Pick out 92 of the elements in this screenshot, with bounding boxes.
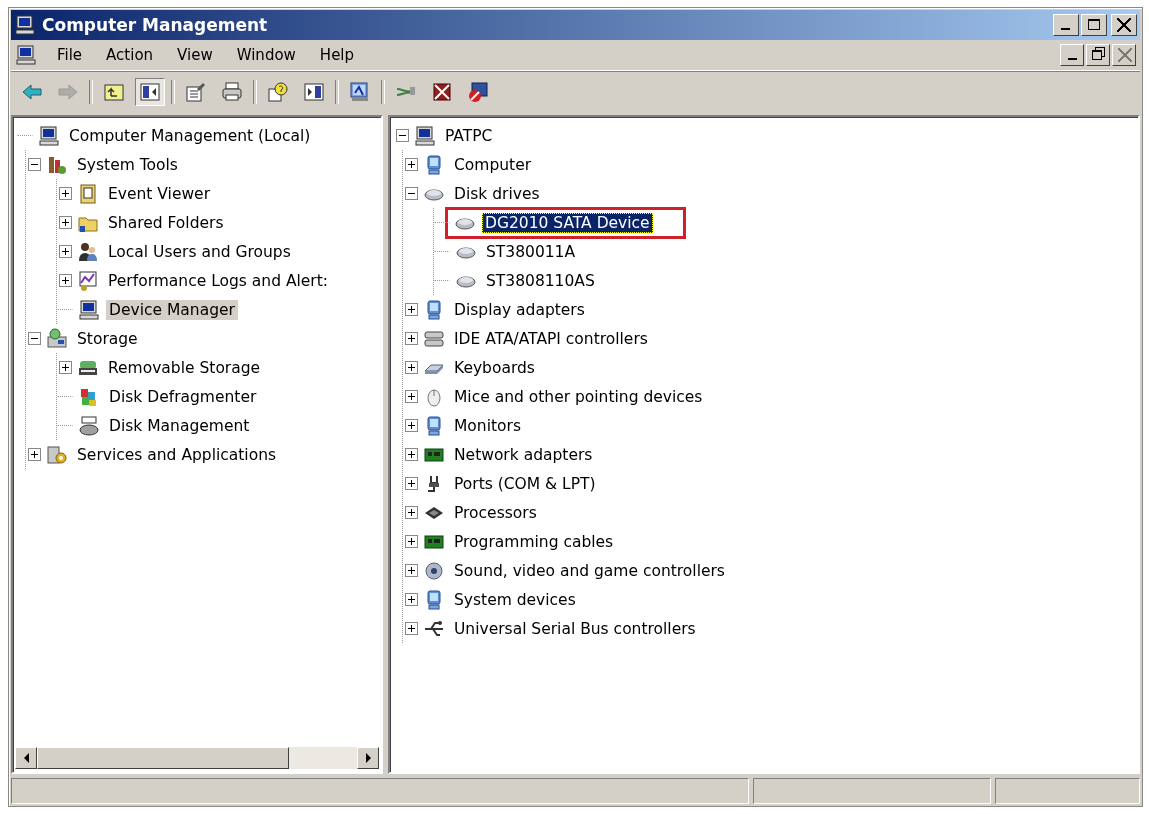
expand-icon[interactable] — [28, 448, 41, 461]
printer-icon — [221, 81, 243, 103]
tree-item[interactable]: ST3808110AS — [483, 270, 598, 291]
horizontal-scrollbar[interactable] — [15, 747, 379, 769]
uninstall-icon — [431, 81, 453, 103]
tree-item[interactable]: Shared Folders — [105, 212, 227, 233]
minimize-button[interactable] — [1060, 44, 1084, 66]
tree-item[interactable]: Event Viewer — [105, 183, 214, 204]
tree-item[interactable]: Network adapters — [451, 444, 596, 465]
users-icon — [77, 240, 99, 263]
expand-icon[interactable] — [405, 448, 418, 461]
menu-item[interactable]: Action — [96, 44, 164, 66]
computer-icon — [15, 44, 37, 66]
collapse-icon[interactable] — [396, 129, 409, 142]
tree-item[interactable]: ST380011A — [483, 241, 579, 262]
expand-icon[interactable] — [59, 274, 72, 287]
scroll-left-button[interactable] — [15, 747, 37, 769]
tree-item[interactable]: Removable Storage — [105, 357, 264, 378]
disable-device-icon — [467, 81, 489, 103]
tree-item[interactable]: Computer — [451, 154, 535, 175]
tree-item[interactable]: System devices — [451, 589, 579, 610]
computer-icon — [78, 298, 100, 321]
expand-icon[interactable] — [59, 361, 72, 374]
tree-pane-icon — [139, 81, 161, 103]
computer-icon — [38, 124, 60, 147]
tree-item[interactable]: Computer Management (Local) — [66, 125, 314, 146]
expand-icon[interactable] — [59, 245, 72, 258]
tree-item[interactable]: Sound, video and game controllers — [451, 560, 728, 581]
tree-item[interactable]: Keyboards — [451, 357, 538, 378]
computer-icon — [414, 124, 436, 147]
storage-icon — [46, 327, 68, 350]
tree-item[interactable]: Disk Management — [106, 415, 253, 436]
tree-item[interactable]: PATPC — [442, 125, 496, 146]
minimize-button[interactable] — [1053, 14, 1079, 36]
tree-item[interactable]: Disk Defragmenter — [106, 386, 260, 407]
tree-item[interactable]: Programming cables — [451, 531, 617, 552]
properties-icon — [185, 81, 207, 103]
services-icon — [46, 443, 68, 466]
expand-icon[interactable] — [405, 477, 418, 490]
expand-icon[interactable] — [405, 361, 418, 374]
scroll-right-button[interactable] — [357, 747, 379, 769]
tree-item[interactable]: Display adapters — [451, 299, 588, 320]
scan-hardware-icon — [349, 81, 371, 103]
expand-icon[interactable] — [405, 303, 418, 316]
log-book-icon — [77, 182, 99, 205]
tree-item[interactable]: Universal Serial Bus controllers — [451, 618, 699, 639]
back-arrow-icon — [21, 81, 43, 103]
speaker-icon — [423, 559, 445, 582]
tree-item[interactable]: Services and Applications — [74, 444, 280, 465]
tree-item[interactable]: Device Manager — [106, 299, 238, 320]
expand-icon[interactable] — [405, 593, 418, 606]
computer-icon — [14, 14, 36, 36]
tree-item[interactable]: Processors — [451, 502, 540, 523]
tree-item[interactable]: Ports (COM & LPT) — [451, 473, 599, 494]
collapse-icon[interactable] — [28, 332, 41, 345]
tree-item[interactable]: DG2010 SATA Device — [482, 212, 653, 233]
tree-item[interactable]: System Tools — [74, 154, 181, 175]
toolbar-button[interactable] — [135, 78, 165, 106]
collapse-icon[interactable] — [28, 158, 41, 171]
tree-item[interactable]: Mice and other pointing devices — [451, 386, 706, 407]
tree-item[interactable]: Storage — [74, 328, 141, 349]
expand-icon[interactable] — [405, 506, 418, 519]
chart-icon — [77, 269, 99, 292]
close-button[interactable] — [1112, 44, 1136, 66]
expand-icon[interactable] — [405, 419, 418, 432]
expand-icon[interactable] — [405, 332, 418, 345]
tree-item[interactable]: IDE ATA/ATAPI controllers — [451, 328, 651, 349]
menu-item[interactable]: Help — [309, 44, 365, 66]
restore-button[interactable] — [1086, 44, 1110, 66]
collapse-icon[interactable] — [405, 187, 418, 200]
window-title: Computer Management — [42, 15, 269, 35]
close-button[interactable] — [1111, 14, 1137, 36]
tree-item[interactable]: Monitors — [451, 415, 524, 436]
tree-item[interactable]: Local Users and Groups — [105, 241, 294, 262]
expand-icon[interactable] — [405, 622, 418, 635]
tree-item[interactable]: Disk drives — [451, 183, 543, 204]
maximize-button[interactable] — [1081, 14, 1107, 36]
menu-item[interactable]: View — [167, 44, 223, 66]
scrollbar-thumb[interactable] — [37, 747, 289, 769]
up-folder-icon — [103, 81, 125, 103]
menu-item[interactable]: File — [47, 44, 93, 66]
expand-icon[interactable] — [405, 158, 418, 171]
menu-item[interactable]: Window — [226, 44, 306, 66]
expand-icon[interactable] — [405, 390, 418, 403]
help-icon — [267, 81, 289, 103]
expand-icon[interactable] — [59, 216, 72, 229]
action-pane-icon — [303, 81, 325, 103]
expand-icon[interactable] — [59, 187, 72, 200]
tree-item[interactable]: Performance Logs and Alert: — [105, 270, 332, 291]
expand-icon[interactable] — [405, 564, 418, 577]
expand-icon[interactable] — [405, 535, 418, 548]
disk-icon — [78, 414, 100, 437]
